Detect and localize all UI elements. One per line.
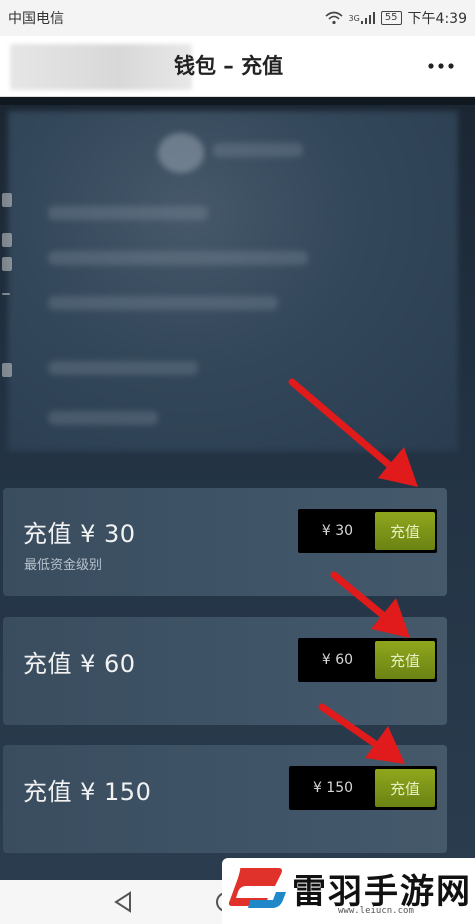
page-title: 钱包 – 充值 <box>174 54 284 78</box>
clock-label: 下午4:39 <box>407 11 467 27</box>
watermark-url: www.leiucn.com <box>338 906 414 916</box>
add-funds-button[interactable]: 充值 <box>375 769 435 807</box>
price-label: ¥ 150 <box>312 780 354 796</box>
wallet-option-title: 充值 ¥ 150 <box>23 778 152 806</box>
purchase-group: ¥ 60 充值 <box>298 638 437 682</box>
blurred-text <box>48 361 198 375</box>
add-funds-button[interactable]: 充值 <box>375 512 435 550</box>
signal-icon: 3G <box>349 12 375 24</box>
title-bar: 钱包 – 充值 <box>0 36 475 97</box>
clipped-text-fragment <box>2 233 12 247</box>
clipped-text-fragment <box>2 293 10 295</box>
status-bar: 中国电信 3G 55 下午4:39 <box>0 0 475 36</box>
blurred-text <box>48 411 158 425</box>
watermark-logo-icon <box>228 868 286 908</box>
wallet-page: 充值 ¥ 30 最低资金级别 ¥ 30 充值 充值 ¥ 60 ¥ 60 充值 充… <box>0 97 475 880</box>
blurred-account-name <box>10 44 192 90</box>
back-triangle-icon <box>114 891 131 913</box>
more-dots-icon <box>428 63 454 69</box>
wallet-option-card: 充值 ¥ 150 ¥ 150 充值 <box>3 745 447 853</box>
wallet-option-subtitle: 最低资金级别 <box>24 558 103 573</box>
blurred-text <box>213 143 303 157</box>
add-funds-button[interactable]: 充值 <box>375 641 435 679</box>
wifi-icon <box>324 11 343 25</box>
header-strip <box>0 97 475 105</box>
clipped-text-fragment <box>2 257 12 271</box>
price-label: ¥ 60 <box>321 652 354 668</box>
clipped-text-fragment <box>2 193 12 207</box>
back-button[interactable] <box>108 886 140 918</box>
status-icons: 3G 55 下午4:39 <box>324 8 467 28</box>
blurred-account-panel <box>8 111 458 451</box>
wallet-option-card: 充值 ¥ 30 最低资金级别 ¥ 30 充值 <box>3 488 447 596</box>
price-label: ¥ 30 <box>321 523 354 539</box>
more-menu-button[interactable] <box>425 50 457 82</box>
wallet-option-title: 充值 ¥ 60 <box>23 650 136 678</box>
signal-type-label: 3G <box>348 13 360 23</box>
blurred-text <box>48 206 208 220</box>
carrier-label: 中国电信 <box>8 11 64 27</box>
blurred-text <box>48 296 278 310</box>
purchase-group: ¥ 30 充值 <box>298 509 437 553</box>
clipped-text-fragment <box>2 363 12 377</box>
blurred-text <box>48 251 308 265</box>
wallet-option-title: 充值 ¥ 30 <box>23 520 136 548</box>
wallet-option-card: 充值 ¥ 60 ¥ 60 充值 <box>3 617 447 725</box>
battery-icon: 55 <box>380 11 402 25</box>
site-watermark: 雷羽手游网 www.leiucn.com <box>222 858 475 924</box>
blurred-avatar <box>158 133 204 173</box>
purchase-group: ¥ 150 充值 <box>289 766 437 810</box>
